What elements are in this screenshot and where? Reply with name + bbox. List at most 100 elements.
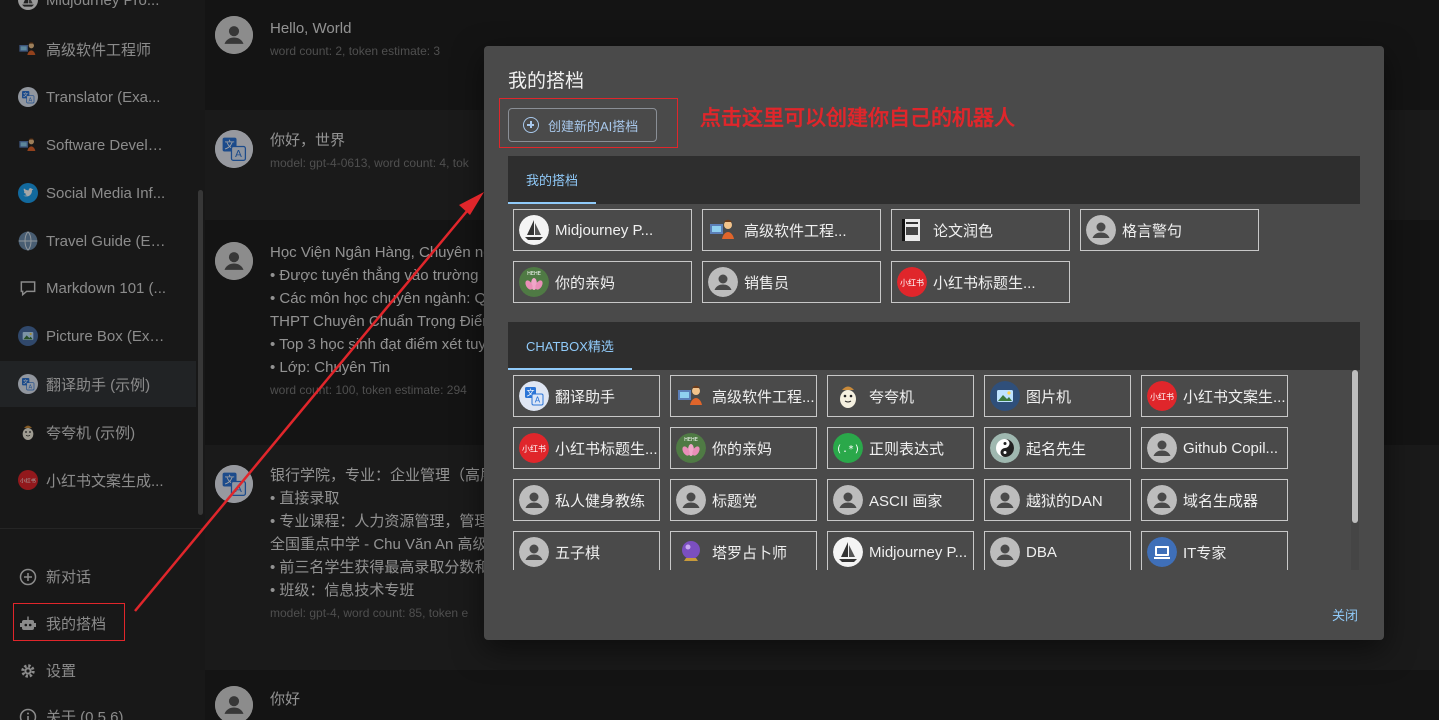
translate-icon: 文A <box>519 381 549 411</box>
mine-card-0[interactable]: Midjourney P... <box>513 209 692 251</box>
card-label: 论文润色 <box>933 222 994 240</box>
person-icon <box>1086 215 1116 245</box>
card-label: 域名生成器 <box>1183 492 1259 510</box>
person-icon <box>1147 433 1177 463</box>
card-label: 高级软件工程... <box>712 388 815 406</box>
xhs-icon: 小红书 <box>519 433 549 463</box>
card-label: 越狱的DAN <box>1026 492 1103 510</box>
card-label: 高级软件工程... <box>744 222 847 240</box>
picture-icon <box>990 381 1020 411</box>
boat-icon <box>519 215 549 245</box>
person-icon <box>676 485 706 515</box>
person-icon <box>519 537 549 567</box>
crystal-ball-icon <box>676 537 706 567</box>
featured-tabbar: CHATBOX精选 <box>508 322 1360 370</box>
person-icon <box>519 485 549 515</box>
annotation-highlight-sidebar <box>13 603 125 641</box>
close-button[interactable]: 关闭 <box>1332 605 1358 624</box>
coder-icon <box>708 215 738 245</box>
featured-card-11[interactable]: 标题党 <box>670 479 817 521</box>
svg-text:小红书: 小红书 <box>1150 392 1174 402</box>
svg-text:小红书: 小红书 <box>900 278 924 288</box>
card-label: 正则表达式 <box>869 440 945 458</box>
card-label: 销售员 <box>744 274 790 292</box>
featured-card-14[interactable]: 域名生成器 <box>1141 479 1288 521</box>
card-label: 格言警句 <box>1122 222 1183 240</box>
svg-text:小红书: 小红书 <box>522 444 546 454</box>
featured-card-2[interactable]: 夸夸机 <box>827 375 974 417</box>
card-label: 小红书文案生... <box>1183 388 1286 406</box>
featured-card-9[interactable]: Github Copil... <box>1141 427 1288 469</box>
featured-card-3[interactable]: 图片机 <box>984 375 1131 417</box>
person-icon <box>833 485 863 515</box>
card-label: 翻译助手 <box>555 388 616 406</box>
dialog-title: 我的搭档 <box>508 71 585 92</box>
featured-card-17[interactable]: Midjourney P... <box>827 531 974 570</box>
mine-tabbar: 我的搭档 <box>508 156 1360 204</box>
card-label: 小红书标题生... <box>555 440 658 458</box>
mine-card-4[interactable]: HEHE 你的亲妈 <box>513 261 692 303</box>
mascot-icon <box>833 381 863 411</box>
featured-card-13[interactable]: 越狱的DAN <box>984 479 1131 521</box>
card-label: 塔罗占卜师 <box>712 544 788 562</box>
plus-circle-icon <box>523 117 539 133</box>
featured-card-19[interactable]: IT专家 <box>1141 531 1288 570</box>
card-label: Midjourney P... <box>869 543 968 561</box>
mine-card-6[interactable]: 小红书 小红书标题生... <box>891 261 1070 303</box>
card-label: 小红书标题生... <box>933 274 1036 292</box>
mine-card-3[interactable]: 格言警句 <box>1080 209 1259 251</box>
boat-icon <box>833 537 863 567</box>
mine-card-2[interactable]: 论文润色 <box>891 209 1070 251</box>
xhs-icon: 小红书 <box>897 267 927 297</box>
lotus-icon: HEHE <box>519 267 549 297</box>
regex-icon: (.*) <box>833 433 863 463</box>
coder-icon <box>676 381 706 411</box>
featured-card-0[interactable]: 文 A 翻译助手 <box>513 375 660 417</box>
person-icon <box>1147 485 1177 515</box>
card-label: ASCII 画家 <box>869 492 943 510</box>
featured-card-16[interactable]: 塔罗占卜师 <box>670 531 817 570</box>
create-ai-partner-button[interactable]: 创建新的AI搭档 <box>508 108 657 142</box>
featured-card-7[interactable]: (.*) 正则表达式 <box>827 427 974 469</box>
yinyang-icon <box>990 433 1020 463</box>
card-label: DBA <box>1026 543 1057 561</box>
person-icon <box>990 485 1020 515</box>
card-label: 你的亲妈 <box>712 440 773 458</box>
card-label: Midjourney P... <box>555 221 654 239</box>
featured-scrollbar[interactable] <box>1352 370 1358 523</box>
featured-card-1[interactable]: 高级软件工程... <box>670 375 817 417</box>
card-label: 夸夸机 <box>869 388 915 406</box>
my-partners-dialog: 我的搭档 创建新的AI搭档 点击这里可以创建你自己的机器人 我的搭档 Midjo… <box>484 46 1384 640</box>
tab-chatbox-featured[interactable]: CHATBOX精选 <box>508 322 632 370</box>
card-label: 图片机 <box>1026 388 1072 406</box>
tab-my-partners[interactable]: 我的搭档 <box>508 156 597 204</box>
card-label: 起名先生 <box>1026 440 1087 458</box>
card-label: Github Copil... <box>1183 439 1279 457</box>
mine-card-5[interactable]: 销售员 <box>702 261 881 303</box>
featured-card-4[interactable]: 小红书 小红书文案生... <box>1141 375 1288 417</box>
svg-text:HEHE: HEHE <box>684 437 698 443</box>
person-icon <box>708 267 738 297</box>
svg-text:(.*): (.*) <box>836 444 860 455</box>
card-label: 标题党 <box>712 492 758 510</box>
computer-icon <box>1147 537 1177 567</box>
card-label: 私人健身教练 <box>555 492 646 510</box>
featured-card-10[interactable]: 私人健身教练 <box>513 479 660 521</box>
card-label: 你的亲妈 <box>555 274 616 292</box>
card-label: 五子棋 <box>555 544 601 562</box>
featured-card-18[interactable]: DBA <box>984 531 1131 570</box>
featured-card-5[interactable]: 小红书 小红书标题生... <box>513 427 660 469</box>
card-label: IT专家 <box>1183 544 1227 562</box>
xhs-icon: 小红书 <box>1147 381 1177 411</box>
notebook-icon <box>897 215 927 245</box>
lotus-icon: HEHE <box>676 433 706 463</box>
featured-card-6[interactable]: HEHE 你的亲妈 <box>670 427 817 469</box>
featured-card-12[interactable]: ASCII 画家 <box>827 479 974 521</box>
featured-card-15[interactable]: 五子棋 <box>513 531 660 570</box>
person-icon <box>990 537 1020 567</box>
annotation-text: 点击这里可以创建你自己的机器人 <box>700 107 1015 130</box>
featured-card-8[interactable]: 起名先生 <box>984 427 1131 469</box>
svg-text:HEHE: HEHE <box>527 271 541 277</box>
mine-card-1[interactable]: 高级软件工程... <box>702 209 881 251</box>
svg-text:A: A <box>535 396 541 405</box>
